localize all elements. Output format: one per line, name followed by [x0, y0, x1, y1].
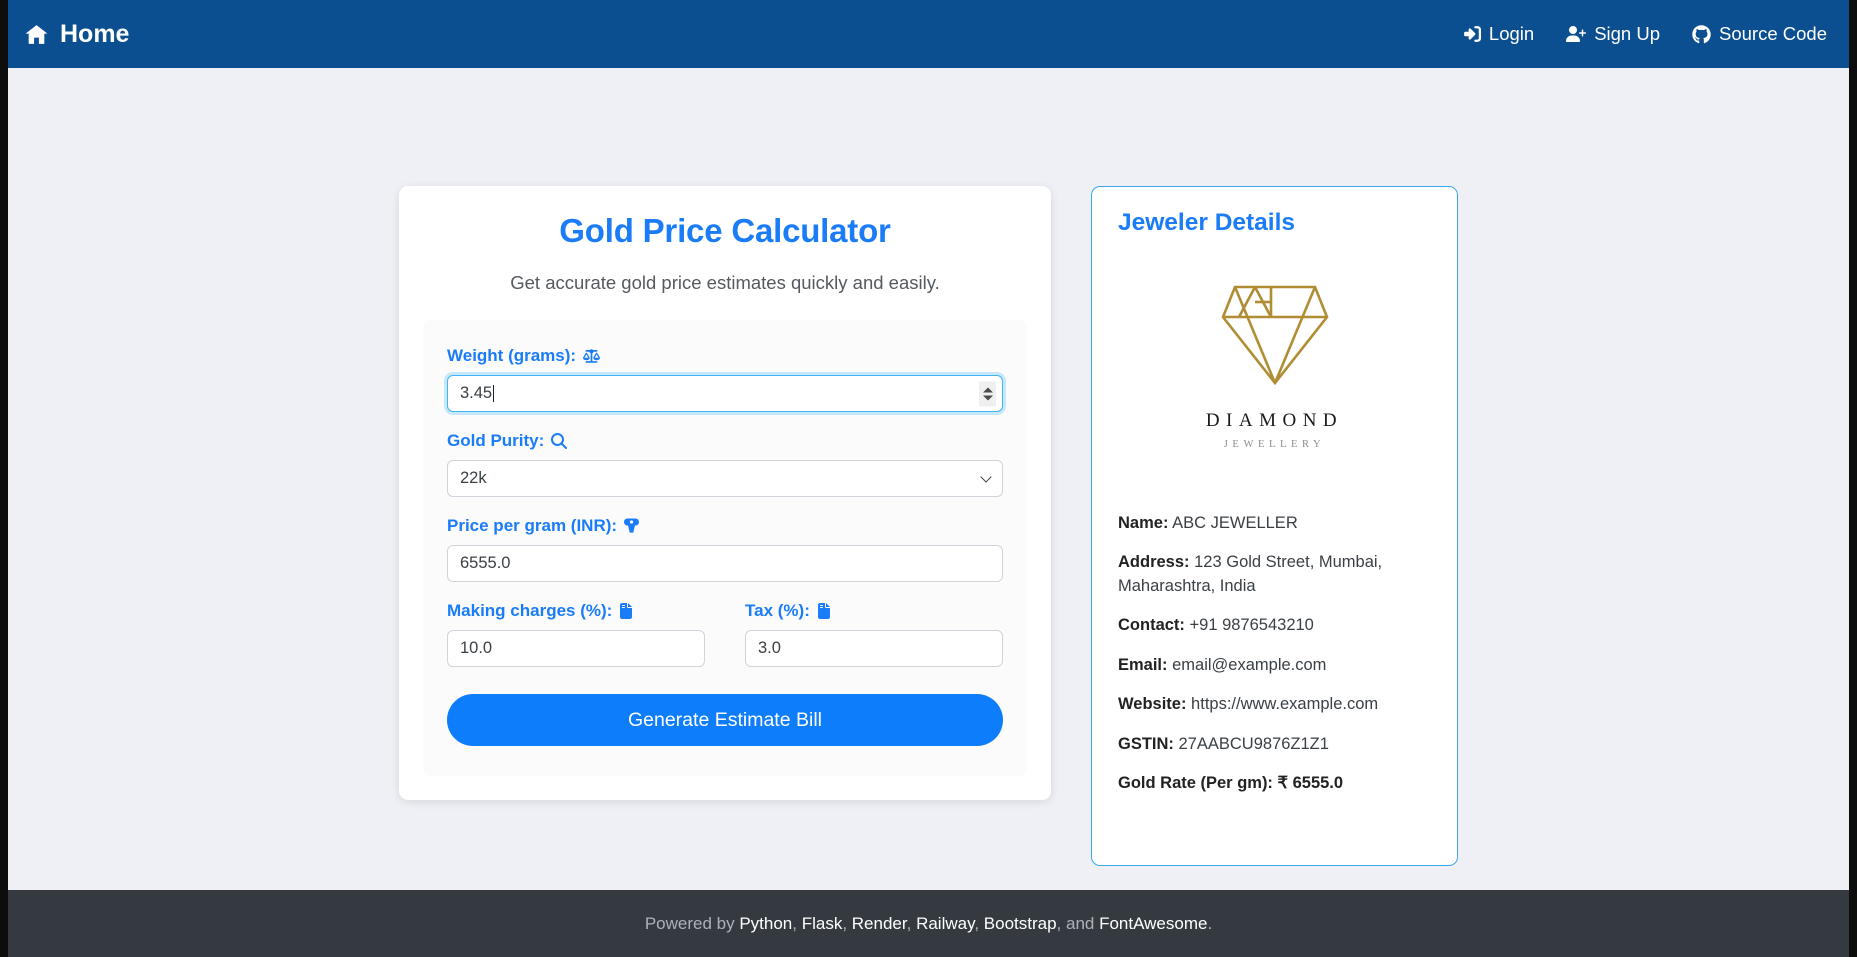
- number-stepper[interactable]: [979, 381, 996, 406]
- footer-link-railway[interactable]: Railway: [916, 914, 974, 933]
- main-content: Gold Price Calculator Get accurate gold …: [8, 68, 1849, 890]
- detail-value: 27AABCU9876Z1Z1: [1173, 734, 1329, 753]
- detail-key: Gold Rate (Per gm):: [1118, 773, 1273, 792]
- brand-label: Home: [60, 19, 130, 48]
- footer-prefix: Powered by: [644, 913, 740, 933]
- tax-value: 3.0: [758, 639, 781, 657]
- tax-label-text: Tax (%):: [745, 601, 810, 620]
- page-title: Gold Price Calculator: [559, 212, 891, 249]
- detail-key: Address:: [1118, 553, 1190, 572]
- brand-home-link[interactable]: Home: [24, 19, 130, 48]
- purity-label-text: Gold Purity:: [447, 431, 545, 450]
- field-tax: Tax (%): 3.0: [745, 602, 1003, 667]
- detail-key: Email:: [1118, 655, 1168, 674]
- page-subtitle: Get accurate gold price estimates quickl…: [510, 272, 940, 293]
- footer-sep: ,: [842, 913, 852, 933]
- detail-value: +91 9876543210: [1184, 616, 1314, 635]
- detail-key: Website:: [1118, 695, 1187, 714]
- detail-gstin: GSTIN: 27AABCU9876Z1Z1: [1118, 733, 1431, 756]
- sign-in-icon: [1463, 25, 1481, 43]
- field-gold-purity: Gold Purity: 22k: [447, 432, 1003, 497]
- purity-label-row: Gold Purity:: [447, 432, 1003, 449]
- making-charges-value: 10.0: [460, 639, 493, 657]
- jeweler-logo: DIAMOND JEWELLERY: [1118, 279, 1431, 450]
- weight-label-text: Weight (grams):: [447, 346, 577, 365]
- github-icon: [1692, 24, 1711, 44]
- field-price-per-gram: Price per gram (INR): 6555.0: [447, 517, 1003, 582]
- nav-link-label: Login: [1488, 22, 1535, 44]
- gold-purity-select[interactable]: 22k: [447, 460, 1003, 497]
- stepper-down-icon[interactable]: [982, 395, 993, 400]
- footer-sep: ,: [974, 913, 984, 933]
- detail-value: ₹ 6555.0: [1272, 773, 1344, 792]
- field-making-charges: Making charges (%): 10.0: [447, 602, 705, 667]
- jeweler-details-card: Jeweler Details DIAMOND JEWELLERY Name: …: [1091, 186, 1458, 866]
- nav-link-signup[interactable]: Sign Up: [1566, 22, 1661, 44]
- price-label-row: Price per gram (INR):: [447, 517, 1003, 534]
- detail-value: email@example.com: [1167, 655, 1327, 674]
- making-charges-input[interactable]: 10.0: [447, 630, 705, 667]
- logo-name-text: DIAMOND: [1205, 410, 1344, 431]
- nav-link-label: Source Code: [1719, 22, 1827, 44]
- top-navbar: Home Login Sign Up Source Code: [8, 0, 1849, 68]
- detail-address: Address: 123 Gold Street, Mumbai, Mahara…: [1118, 551, 1431, 598]
- detail-key: Name:: [1118, 514, 1169, 532]
- stepper-up-icon[interactable]: [982, 387, 993, 392]
- home-icon: [24, 22, 49, 47]
- page-footer: Powered by Python, Flask, Render, Railwa…: [8, 890, 1849, 957]
- logo-tagline-text: JEWELLERY: [1223, 439, 1326, 450]
- footer-suffix: .: [1207, 913, 1213, 933]
- footer-link-render[interactable]: Render: [852, 914, 907, 933]
- jeweler-detail-list: Name: ABC JEWELLER Address: 123 Gold Str…: [1118, 512, 1431, 795]
- nav-link-source-code[interactable]: Source Code: [1692, 22, 1827, 44]
- generate-estimate-bill-button[interactable]: Generate Estimate Bill: [447, 694, 1003, 746]
- field-weight: Weight (grams): 3.45: [447, 347, 1003, 412]
- gold-purity-value: 22k: [460, 469, 487, 487]
- making-charges-label-text: Making charges (%):: [447, 601, 613, 620]
- chevron-down-icon: [980, 470, 992, 483]
- detail-value: ABC JEWELLER: [1168, 514, 1298, 532]
- tax-input[interactable]: 3.0: [745, 630, 1003, 667]
- footer-link-flask[interactable]: Flask: [802, 914, 843, 933]
- detail-value: https://www.example.com: [1186, 695, 1379, 714]
- weight-hanging-icon: [624, 518, 640, 534]
- nav-link-label: Sign Up: [1594, 22, 1661, 44]
- price-per-gram-input[interactable]: 6555.0: [447, 545, 1003, 582]
- calculator-form: Weight (grams): 3.45 Gold Purity: 22k Pr…: [423, 320, 1027, 776]
- file-invoice-dollar-icon: [619, 602, 633, 619]
- footer-link-fontawesome[interactable]: FontAwesome: [1099, 914, 1207, 933]
- detail-email: Email: email@example.com: [1118, 654, 1431, 677]
- detail-gold-rate: Gold Rate (Per gm): ₹ 6555.0: [1118, 772, 1431, 795]
- user-plus-icon: [1566, 25, 1587, 43]
- nav-link-login[interactable]: Login: [1463, 22, 1535, 44]
- detail-website: Website: https://www.example.com: [1118, 693, 1431, 716]
- search-icon: [551, 432, 568, 449]
- detail-contact: Contact: +91 9876543210: [1118, 614, 1431, 637]
- jeweler-details-title: Jeweler Details: [1118, 209, 1296, 236]
- weight-input-value: 3.45: [460, 384, 493, 402]
- charges-row: Making charges (%): 10.0 Tax (%): 3.0: [447, 602, 1003, 667]
- text-caret: [493, 385, 495, 402]
- footer-link-bootstrap[interactable]: Bootstrap: [984, 914, 1057, 933]
- weight-input[interactable]: 3.45: [447, 375, 1003, 412]
- tax-label-row: Tax (%):: [745, 602, 1003, 619]
- footer-text: Powered by Python, Flask, Render, Railwa…: [645, 914, 1212, 934]
- making-charges-label-row: Making charges (%):: [447, 602, 705, 619]
- file-invoice-dollar-icon: [817, 602, 831, 619]
- nav-links: Login Sign Up Source Code: [1463, 22, 1827, 44]
- detail-name: Name: ABC JEWELLER: [1118, 512, 1431, 535]
- weight-label-row: Weight (grams):: [447, 347, 1003, 364]
- page-root: Home Login Sign Up Source Code Gold Pric…: [8, 0, 1849, 957]
- gold-price-calculator-card: Gold Price Calculator Get accurate gold …: [399, 186, 1051, 800]
- price-label-text: Price per gram (INR):: [447, 516, 618, 535]
- footer-sep: ,: [906, 913, 917, 933]
- balance-scale-icon: [583, 348, 601, 364]
- diamond-logo-icon: [1211, 279, 1339, 396]
- price-per-gram-value: 6555.0: [460, 554, 511, 572]
- detail-key: GSTIN:: [1118, 734, 1174, 753]
- detail-key: Contact:: [1118, 616, 1185, 635]
- footer-link-python[interactable]: Python: [739, 914, 792, 933]
- footer-sep: ,: [792, 913, 802, 933]
- footer-conjunction: , and: [1056, 913, 1100, 933]
